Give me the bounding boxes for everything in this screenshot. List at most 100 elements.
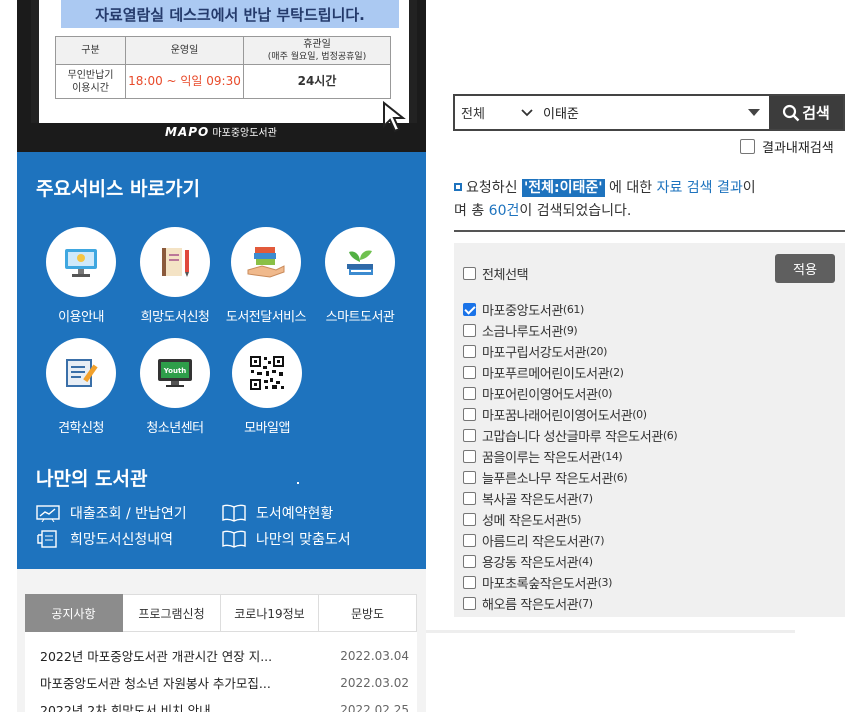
library-filter-item[interactable]: 꿈을이루는 작은도서관 (14) — [463, 447, 623, 466]
library-count: (7) — [578, 492, 593, 505]
tab-mundbang[interactable]: 문방도 — [319, 594, 417, 632]
banner-hours-table: 구분 운영일 휴관일 (매주 월요일, 법정공휴일) 무인반납기 이용시간 18… — [55, 36, 391, 99]
banner-closed-value: 24시간 — [243, 64, 391, 99]
library-filter-item[interactable]: 마포구립서강도서관 (20) — [463, 342, 607, 361]
library-name: 마포중앙도서관 — [482, 304, 563, 319]
notice-board: 공지사항 프로그램신청 코로나19정보 문방도 2022년 마포중앙도서관 개관… — [17, 569, 426, 712]
library-name: 꿈을이루는 작은도서관 — [482, 451, 602, 466]
notice-banner[interactable]: 자료열람실 데스크에서 반납 부탁드립니다. 구분 운영일 휴관일 (매주 월요… — [17, 0, 426, 152]
library-filter-item[interactable]: 마포푸르메어린이도서관 (2) — [463, 363, 624, 382]
search-button[interactable]: 검색 — [769, 96, 843, 129]
decor-dot — [297, 482, 299, 484]
library-checkbox[interactable] — [463, 303, 476, 316]
search-scope-value: 전체 — [461, 107, 485, 122]
tab-notices[interactable]: 공지사항 — [25, 594, 123, 632]
service-label: 견학신청 — [58, 421, 104, 436]
library-checkbox[interactable] — [463, 387, 476, 400]
library-checkbox[interactable] — [463, 471, 476, 484]
select-all-option[interactable]: 전체선택 — [463, 264, 529, 283]
notice-tabs: 공지사항 프로그램신청 코로나19정보 문방도 — [25, 594, 417, 632]
chevron-down-icon — [521, 108, 533, 116]
library-name: 해오름 작은도서관 — [482, 598, 579, 613]
search-input[interactable] — [543, 105, 739, 120]
result-line2b: 이 검색되었습니다. — [519, 203, 632, 219]
notice-title: 2022년 마포중앙도서관 개관시간 연장 지... — [40, 649, 273, 664]
service-label: 이용안내 — [58, 310, 104, 325]
library-count: (4) — [578, 555, 593, 568]
library-filter-item[interactable]: 성메 작은도서관 (5) — [463, 510, 581, 529]
library-filter-item[interactable]: 마포어린이영어도서관 (0) — [463, 384, 612, 403]
chart-board-icon — [36, 505, 60, 522]
apply-button[interactable]: 적용 — [775, 254, 835, 283]
library-checkbox[interactable] — [463, 366, 476, 379]
library-count: (14) — [601, 450, 623, 463]
mapo-logo: MAPO — [165, 125, 210, 139]
library-checkbox[interactable] — [463, 534, 476, 547]
library-checkbox[interactable] — [463, 408, 476, 421]
search-history-dropdown[interactable] — [739, 96, 769, 129]
service-book-delivery[interactable]: 도서전달서비스 — [223, 227, 309, 325]
service-mobile-app[interactable]: 모바일앱 — [224, 338, 310, 436]
library-filter-item[interactable]: 마포꿈나래어린이영어도서관 (0) — [463, 405, 647, 424]
mylib-link-hope-history[interactable]: 희망도서신청내역 — [36, 529, 173, 549]
tab-programs[interactable]: 프로그램신청 — [123, 594, 221, 632]
search-within-option[interactable]: 결과내재검색 — [740, 137, 834, 156]
mylib-link-reservation[interactable]: 도서예약현황 — [222, 503, 333, 523]
list-item[interactable]: 마포중앙도서관 청소년 자원봉사 추가모집... 2022.03.02 — [40, 669, 409, 696]
tab-covid-info[interactable]: 코로나19정보 — [221, 594, 319, 632]
library-checkbox[interactable] — [463, 450, 476, 463]
library-filter-item[interactable]: 고맙습니다 성산글마루 작은도서관 (6) — [463, 426, 678, 445]
divider — [426, 630, 795, 633]
library-count: (61) — [562, 303, 584, 316]
service-usage-guide[interactable]: 이용안내 — [38, 227, 124, 325]
library-filter-item[interactable]: 마포중앙도서관 (61) — [463, 300, 584, 319]
service-smart-library[interactable]: 스마트도서관 — [317, 227, 403, 325]
search-within-checkbox[interactable] — [740, 139, 755, 154]
open-book-icon — [222, 504, 246, 522]
library-filter-item[interactable]: 용강동 작은도서관 (4) — [463, 552, 593, 571]
library-checkbox[interactable] — [463, 513, 476, 526]
library-name: 용강동 작은도서관 — [482, 556, 579, 571]
library-filter-item[interactable]: 해오름 작은도서관 (7) — [463, 594, 593, 613]
library-filter-item[interactable]: 마포초록숲작은도서관 (3) — [463, 573, 612, 592]
mylib-link-loan[interactable]: 대출조회 / 반납연기 — [36, 503, 187, 523]
notice-title: 마포중앙도서관 청소년 자원봉사 추가모집... — [40, 676, 271, 691]
document-pen-icon — [46, 338, 116, 408]
list-item[interactable]: 2022년 2차 희망도서 비치 안내 2022.02.25 — [40, 696, 409, 712]
library-name: 소금나루도서관 — [482, 325, 563, 340]
library-filter-item[interactable]: 복사골 작은도서관 (7) — [463, 489, 593, 508]
library-count: (0) — [632, 408, 647, 421]
search-bar: 전체 검색 — [453, 94, 845, 131]
search-icon — [783, 104, 800, 121]
library-checkbox[interactable] — [463, 429, 476, 442]
library-checkbox[interactable] — [463, 597, 476, 610]
mylib-link-custom-books[interactable]: 나만의 맞춤도서 — [222, 529, 351, 549]
books-hand-icon — [231, 227, 301, 297]
library-name: 마포꿈나래어린이영어도서관 — [482, 409, 633, 424]
library-checkbox[interactable] — [463, 345, 476, 358]
library-checkbox[interactable] — [463, 324, 476, 337]
book-sprout-icon — [325, 227, 395, 297]
service-hope-book[interactable]: 희망도서신청 — [132, 227, 218, 325]
mylib-title: 나만의 도서관 — [36, 468, 148, 490]
search-scope-select[interactable]: 전체 — [455, 96, 541, 129]
page-root: { "banner": { "notice": "자료열람실 데스크에서 반납 … — [0, 0, 863, 712]
library-count: (0) — [597, 387, 613, 400]
mylib-link-label: 도서예약현황 — [256, 506, 334, 522]
library-filter-item[interactable]: 아름드리 작은도서관 (7) — [463, 531, 605, 550]
caret-down-icon — [748, 109, 760, 116]
library-checkbox[interactable] — [463, 576, 476, 589]
library-filter-item[interactable]: 소금나루도서관 (9) — [463, 321, 578, 340]
library-name: 마포푸르메어린이도서관 — [482, 367, 610, 382]
service-youth-center[interactable]: Youth 청소년센터 — [132, 338, 218, 436]
library-name: 마포초록숲작은도서관 — [482, 577, 598, 592]
service-tour-request[interactable]: 견학신청 — [38, 338, 124, 436]
list-item[interactable]: 2022년 마포중앙도서관 개관시간 연장 지... 2022.03.04 — [40, 642, 409, 669]
select-all-checkbox[interactable] — [463, 267, 476, 280]
library-checkbox[interactable] — [463, 555, 476, 568]
search-input-wrap — [541, 96, 739, 129]
library-checkbox[interactable] — [463, 492, 476, 505]
banner-notice-text: 자료열람실 데스크에서 반납 부탁드립니다. — [61, 0, 399, 28]
banner-table-header: 휴관일 — [303, 38, 331, 50]
library-filter-item[interactable]: 늘푸른소나무 작은도서관 (6) — [463, 468, 628, 487]
